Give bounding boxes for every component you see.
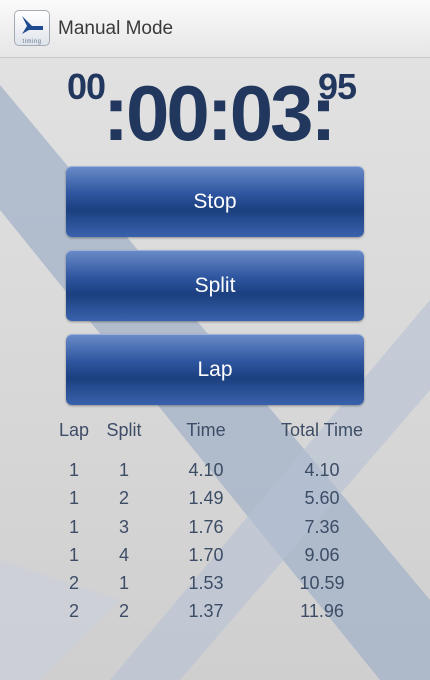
- row-split: 2: [118, 488, 130, 509]
- table-row: 1 3 1.76 7.36: [0, 517, 430, 545]
- app-icon-label: timing: [22, 39, 42, 45]
- row-split: 1: [118, 460, 130, 480]
- row-time: 1.53: [188, 573, 224, 594]
- row-total-time: 7.36: [304, 516, 340, 537]
- timer-display: 00 :00:03: 95: [0, 60, 430, 155]
- row-time: 4.10: [188, 460, 224, 480]
- timing-app-icon[interactable]: timing: [14, 10, 50, 46]
- row-time: 1.70: [188, 544, 224, 565]
- timer-hours: 00: [67, 66, 106, 107]
- row-total-time: 10.59: [299, 573, 345, 594]
- row-lap: 2: [68, 601, 80, 622]
- table-header: Lap Split Time Total Time: [0, 420, 430, 460]
- timer-minutes-seconds: :00:03:: [103, 69, 336, 157]
- stop-button[interactable]: Stop: [66, 166, 364, 237]
- table-row: 2 1 1.53 10.59: [0, 573, 430, 601]
- row-lap: 1: [68, 460, 80, 480]
- row-split: 4: [118, 544, 130, 565]
- timer-hundredths: 95: [318, 66, 357, 107]
- row-total-time: 4.10: [304, 460, 340, 480]
- page-title: Manual Mode: [58, 18, 174, 39]
- table-row: 2 2 1.37 11.96: [0, 601, 430, 629]
- lap-button[interactable]: Lap: [66, 334, 364, 405]
- header-time: Time: [186, 420, 226, 440]
- row-time: 1.76: [188, 516, 224, 537]
- table-row: 1 4 1.70 9.06: [0, 545, 430, 573]
- row-lap: 1: [68, 488, 80, 509]
- row-lap: 1: [68, 516, 80, 537]
- table-row: 1 1 4.10 4.10: [0, 460, 430, 488]
- row-total-time: 5.60: [304, 488, 340, 509]
- splits-table: Lap Split Time Total Time 1 1 4.10 4.10 …: [0, 420, 430, 630]
- split-button[interactable]: Split: [66, 250, 364, 321]
- row-total-time: 9.06: [304, 544, 340, 565]
- row-split: 1: [118, 573, 130, 594]
- header-total-time: Total Time: [280, 420, 364, 440]
- row-lap: 2: [68, 573, 80, 594]
- action-bar: timing Manual Mode: [0, 0, 430, 58]
- row-total-time: 11.96: [300, 601, 344, 622]
- header-lap: Lap: [58, 420, 90, 440]
- row-split: 3: [118, 516, 130, 537]
- row-time: 1.37: [188, 601, 224, 622]
- row-time: 1.49: [188, 488, 224, 509]
- header-split: Split: [106, 420, 142, 440]
- table-row: 1 2 1.49 5.60: [0, 488, 430, 516]
- row-lap: 1: [68, 544, 80, 565]
- row-split: 2: [118, 601, 130, 622]
- logo-arrow-icon: [22, 16, 43, 34]
